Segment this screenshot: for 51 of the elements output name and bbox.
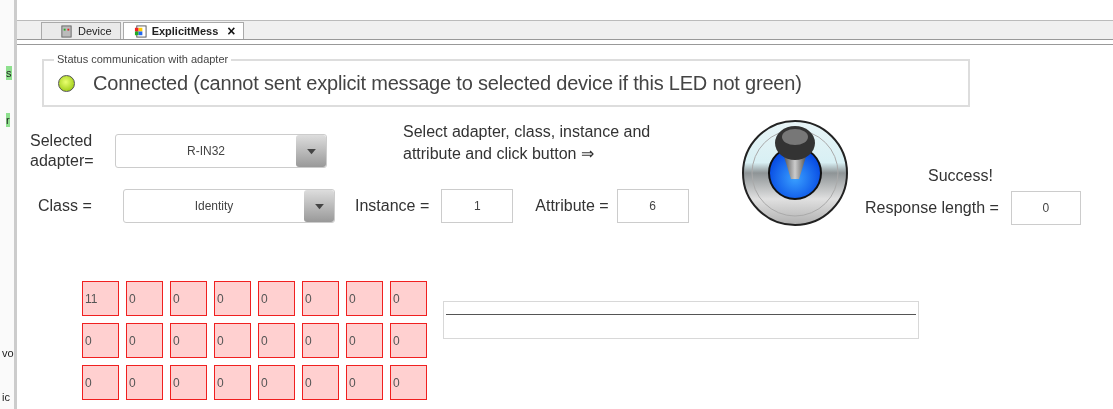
adapter-label: Selected adapter= [30,131,95,171]
data-cell[interactable]: 0 [258,323,295,358]
data-cell[interactable]: 0 [170,323,207,358]
data-cell[interactable]: 0 [258,281,295,316]
data-cell[interactable]: 0 [346,365,383,400]
side-label: vo [2,346,14,360]
response-text-box[interactable] [443,301,919,339]
caret-icon [305,147,317,155]
data-cell[interactable]: 0 [390,365,427,400]
side-label: r [6,113,10,127]
data-cell[interactable]: 0 [170,365,207,400]
tab[interactable]: ExplicitMess × [122,22,245,39]
data-cell[interactable]: 11 [82,281,119,316]
adapter-dropdown[interactable]: R-IN32 [115,134,327,168]
result-text: Success! [927,167,993,185]
instance-label: Instance = [355,197,430,215]
response-length-label: Response length = [865,199,999,217]
caret-icon [313,202,325,210]
data-cell[interactable]: 0 [390,281,427,316]
close-icon[interactable]: × [227,23,236,39]
tab[interactable]: Device [41,22,121,39]
data-cell[interactable]: 0 [346,281,383,316]
response-length-field[interactable]: 0 [1010,191,1081,225]
data-cell[interactable]: 0 [82,323,119,358]
data-cell[interactable]: 0 [214,281,251,316]
toggle-switch-button[interactable] [741,119,849,227]
instruction-text: Select adapter, class, instance and attribute and click button ⇒ [403,122,652,164]
data-cell[interactable]: 0 [214,323,251,358]
data-cell[interactable]: 0 [82,365,119,400]
group-title: Status communication with adapter [54,53,232,66]
attribute-label: Attribute = [535,197,609,215]
class-dropdown[interactable]: Identity [123,189,335,223]
data-cell[interactable]: 0 [346,323,383,358]
data-cell[interactable]: 0 [214,365,251,400]
data-cell[interactable]: 0 [258,365,295,400]
data-cell[interactable]: 0 [302,365,339,400]
side-label: ic [2,390,10,404]
device-icon [60,24,73,38]
attribute-field[interactable]: 6 [616,189,689,223]
class-label: Class = [38,197,93,215]
data-cell[interactable]: 0 [302,323,339,358]
document-icon [133,24,147,38]
data-cell[interactable]: 0 [126,365,163,400]
status-message: Connected (cannot sent explicit message to selected device if this LED not green) [93,71,802,95]
data-cell[interactable]: 0 [390,323,427,358]
data-cell[interactable]: 0 [126,323,163,358]
data-cell[interactable]: 0 [302,281,339,316]
instance-field[interactable]: 1 [441,189,514,223]
side-label: s [6,66,12,80]
data-cell[interactable]: 0 [126,281,163,316]
data-cell[interactable]: 0 [170,281,207,316]
